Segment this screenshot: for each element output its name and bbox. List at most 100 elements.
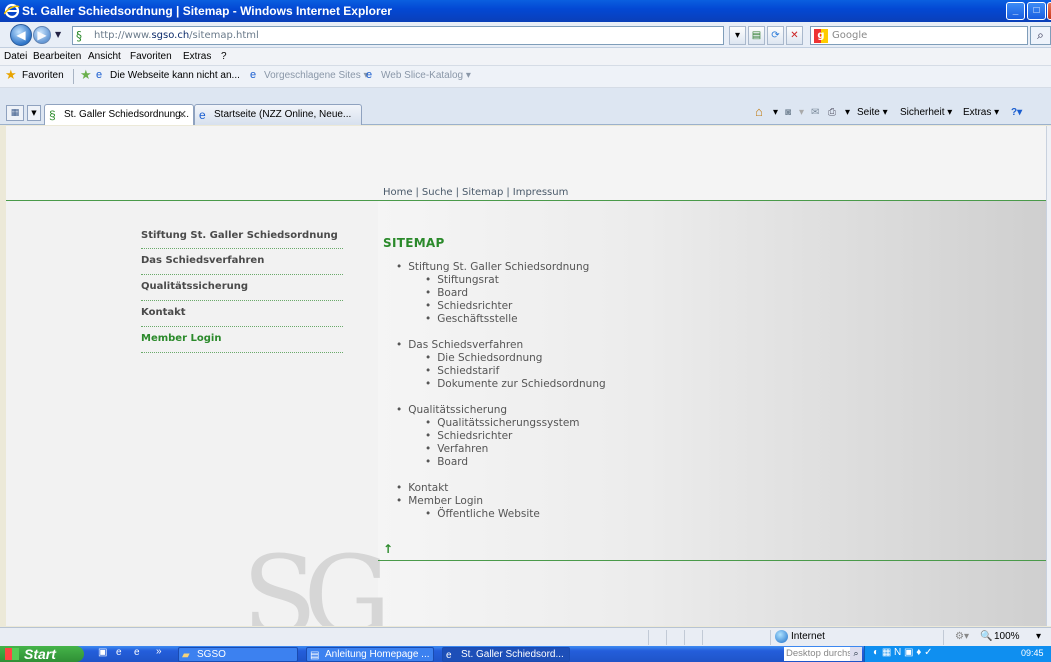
taskbar-task-ie[interactable]: e St. Galler Schiedsord... (442, 647, 570, 662)
leftnav-schiedsverfahren[interactable]: Das Schiedsverfahren (141, 249, 343, 275)
tab-sgso[interactable]: § St. Galler Schiedsordnung... ✕ (44, 104, 194, 125)
site-favicon-icon: § (49, 108, 56, 122)
sitemap-sublink[interactable]: Schiedsrichter (396, 430, 606, 443)
tab-bar: ▦ ▼ § St. Galler Schiedsordnung... ✕ e S… (0, 88, 1051, 125)
sitemap-sublink[interactable]: Verfahren (396, 443, 606, 456)
maximize-button[interactable]: □ (1027, 2, 1046, 20)
tab-label: St. Galler Schiedsordnung... (64, 109, 190, 120)
ie-quicklaunch-icon[interactable]: e (134, 647, 140, 658)
desktop-search-input[interactable]: Desktop durchsuchen (784, 647, 850, 661)
print-icon[interactable]: ⎙ (828, 107, 836, 118)
leftnav-kontakt[interactable]: Kontakt (141, 301, 343, 327)
menu-extras[interactable]: Extras (183, 51, 211, 62)
history-dropdown-icon[interactable]: ▼ (55, 30, 61, 39)
security-zone-label[interactable]: Internet (791, 631, 825, 642)
favorites-star-icon[interactable]: ★ (5, 67, 17, 83)
feeds-dropdown-icon[interactable]: ▾ (799, 107, 804, 118)
tab-nzz[interactable]: e Startseite (NZZ Online, Neue... (194, 104, 362, 125)
menu-datei[interactable]: Datei (4, 51, 27, 62)
close-button[interactable]: X (1047, 2, 1051, 20)
menu-ansicht[interactable]: Ansicht (88, 51, 121, 62)
suggested-sites-link[interactable]: Vorgeschlagene Sites ▾ (264, 70, 369, 81)
sitemap-sublink[interactable]: Öffentliche Website (396, 508, 606, 521)
nav-suche-link[interactable]: Suche (422, 187, 453, 198)
add-favorite-icon[interactable]: ★ (80, 67, 92, 83)
sitemap-sublink[interactable]: Dokumente zur Schiedsordnung (396, 378, 605, 391)
leftnav-member-login[interactable]: Member Login (141, 327, 343, 353)
search-icon[interactable]: ⌕ (1030, 26, 1051, 45)
help-icon[interactable]: ?▾ (1011, 107, 1022, 118)
tools-menu-button[interactable]: Extras ▾ (963, 107, 999, 118)
sitemap-sublink[interactable]: Qualitätssicherungssystem (396, 417, 606, 430)
zoom-dropdown-icon[interactable]: ▾ (1036, 631, 1041, 642)
sitemap-sublink[interactable]: Schiedsrichter (396, 300, 606, 313)
page-menu-button[interactable]: Seite ▾ (857, 107, 888, 118)
leftnav-stiftung[interactable]: Stiftung St. Galler Schiedsordnung (141, 230, 343, 249)
sitemap-link[interactable]: Kontakt (396, 482, 606, 495)
sitemap-link[interactable]: Qualitätssicherung (396, 404, 606, 417)
forward-button[interactable]: ▶ (33, 26, 51, 44)
search-icon[interactable]: ⌕ (850, 647, 862, 661)
internet-zone-icon (775, 630, 788, 643)
mail-icon[interactable]: ✉ (811, 107, 819, 118)
sitemap-sublink[interactable]: Board (396, 287, 606, 300)
web-slice-link[interactable]: Web Slice-Katalog ▾ (381, 70, 471, 81)
feeds-icon[interactable]: ◙ (785, 107, 791, 118)
address-url[interactable]: http://www.sgso.ch/sitemap.html (94, 30, 259, 41)
taskbar-task-sgso[interactable]: ▰ SGSO (178, 647, 298, 662)
address-dropdown-icon[interactable]: ▾ (729, 26, 746, 45)
print-dropdown-icon[interactable]: ▾ (845, 107, 850, 118)
address-input[interactable]: § http://www.sgso.ch/sitemap.html (72, 26, 724, 45)
menu-favoriten[interactable]: Favoriten (130, 51, 172, 62)
sitemap-sublink[interactable]: Geschäftsstelle (396, 313, 606, 326)
search-input[interactable]: g Google (810, 26, 1028, 45)
status-cell (648, 630, 649, 645)
menu-help[interactable]: ? (221, 51, 227, 62)
refresh-icon[interactable]: ⟳ (767, 26, 784, 45)
quicklaunch-chevron-icon[interactable]: » (156, 646, 162, 657)
search-placeholder: Google (832, 30, 868, 41)
sitemap-sublink[interactable]: Stiftungsrat (396, 274, 606, 287)
back-to-top-icon[interactable]: ↑ (383, 542, 393, 556)
taskbar-task-anleitung[interactable]: ▤ Anleitung Homepage ... (306, 647, 434, 662)
stop-icon[interactable]: ✕ (786, 26, 803, 45)
zoom-level[interactable]: 100% (994, 631, 1020, 642)
start-button[interactable]: Start (0, 646, 84, 662)
leftnav-qualitaetssicherung[interactable]: Qualitätssicherung (141, 275, 343, 301)
sitemap-link[interactable]: Stiftung St. Galler Schiedsordnung (396, 261, 606, 274)
sitemap-link[interactable]: Das Schiedsverfahren (396, 339, 606, 352)
desktop-icon[interactable]: ▣ (98, 647, 107, 658)
nav-sitemap-link[interactable]: Sitemap (462, 187, 503, 198)
safety-menu-button[interactable]: Sicherheit ▾ (900, 107, 952, 118)
sitemap-sublink[interactable]: Board (396, 456, 606, 469)
vertical-scrollbar[interactable] (1046, 126, 1051, 626)
ie-page-icon: e (96, 69, 103, 81)
nav-impressum-link[interactable]: Impressum (513, 187, 569, 198)
favorites-button[interactable]: Favoriten (22, 70, 64, 81)
compatibility-view-icon[interactable]: ▤ (748, 26, 765, 45)
sitemap-sublink[interactable]: Schiedstarif (396, 365, 606, 378)
window-titlebar[interactable]: St. Galler Schiedsordnung | Sitemap - Wi… (0, 0, 1051, 22)
sitemap-link[interactable]: Member Login (396, 495, 606, 508)
home-icon[interactable]: ⌂ (755, 104, 763, 119)
header-divider (6, 200, 1046, 201)
window-title: St. Galler Schiedsordnung | Sitemap - Wi… (22, 4, 392, 18)
favorite-link-1[interactable]: Die Webseite kann nicht an... (110, 70, 240, 81)
favorites-bar: ★ Favoriten ★ e Die Webseite kann nicht … (0, 66, 1051, 88)
clock[interactable]: 09:45 (1021, 648, 1044, 658)
ie-page-icon: e (446, 650, 452, 661)
status-cell (943, 630, 944, 645)
sitemap-sublink[interactable]: Die Schiedsordnung (396, 352, 606, 365)
tray-icons[interactable]: ◐ ▦ N ▣ ♦ ✓ (873, 647, 933, 658)
menu-bearbeiten[interactable]: Bearbeiten (33, 51, 81, 62)
home-dropdown-icon[interactable]: ▾ (773, 107, 778, 118)
windows-taskbar: Start ▣ e e » ▰ SGSO ▤ Anleitung Homepag… (0, 646, 1051, 662)
minimize-button[interactable]: _ (1006, 2, 1025, 20)
quick-tabs-icon[interactable]: ▦ (6, 105, 24, 121)
nav-home-link[interactable]: Home (383, 187, 413, 198)
back-button[interactable]: ◀ (10, 24, 32, 46)
close-tab-icon[interactable]: ✕ (178, 108, 187, 121)
ie-quicklaunch-icon[interactable]: e (116, 647, 122, 658)
tab-list-dropdown-icon[interactable]: ▼ (27, 105, 41, 121)
protected-mode-icon[interactable]: ⚙▾ (955, 631, 969, 642)
